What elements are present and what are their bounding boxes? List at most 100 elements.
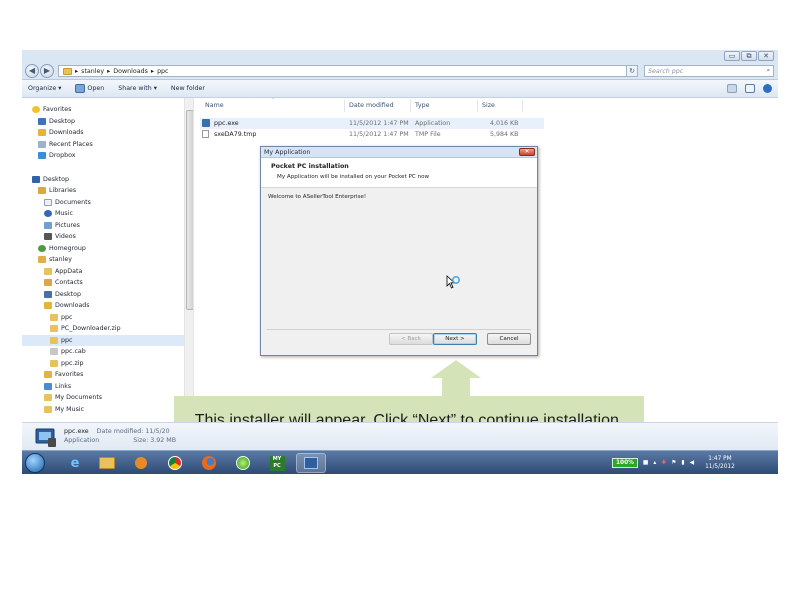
nav-my-documents[interactable]: My Documents <box>44 392 102 403</box>
search-input[interactable]: Search ppc ⌕ <box>644 65 774 77</box>
dialog-titlebar: My Application ✕ <box>261 147 537 158</box>
forward-arrow-icon[interactable]: ▶ <box>40 64 54 78</box>
show-hidden-icons-icon[interactable]: ▴ <box>653 460 656 466</box>
nav-label: Favorites <box>43 106 72 113</box>
taskbar-ie-button[interactable]: e <box>60 453 90 473</box>
back-arrow-icon[interactable]: ◀ <box>25 64 39 78</box>
nav-documents[interactable]: Documents <box>44 197 91 208</box>
nav-desktop[interactable]: Desktop <box>38 116 75 127</box>
volume-icon[interactable]: ◀ <box>690 460 694 466</box>
taskbar-explorer-button[interactable] <box>92 453 122 473</box>
taskbar-green-app-button[interactable] <box>228 453 258 473</box>
details-pane: ppc.exe Date modified: 11/5/20 Applicati… <box>22 422 778 450</box>
recent-places-icon <box>38 141 46 148</box>
column-divider[interactable] <box>344 100 345 112</box>
column-header-size[interactable]: Size <box>482 102 495 109</box>
downloads-icon <box>44 302 52 309</box>
taskbar-firefox-button[interactable] <box>194 453 224 473</box>
dialog-subheading: My Application will be installed on your… <box>277 174 430 180</box>
close-window-button[interactable]: ✕ <box>758 51 774 61</box>
column-header-date[interactable]: Date modified <box>349 102 394 109</box>
minimize-button[interactable]: ▭ <box>724 51 740 61</box>
nav-desktop-user[interactable]: Desktop <box>44 289 81 300</box>
details-date: Date modified: 11/5/20 <box>96 428 170 435</box>
column-divider[interactable] <box>410 100 411 112</box>
next-button[interactable]: Next > <box>433 333 477 345</box>
action-center-icon[interactable]: ⚑ <box>671 460 676 466</box>
nav-pc-downloader-zip[interactable]: PC_Downloader.zip <box>50 323 121 334</box>
nav-label: Links <box>55 383 72 390</box>
refresh-icon[interactable]: ↻ <box>626 65 638 77</box>
breadcrumb-ppc[interactable]: ppc <box>157 68 168 75</box>
nav-scrollbar-thumb[interactable] <box>186 110 193 310</box>
mypc-icon: MY PC <box>269 455 285 471</box>
nav-homegroup[interactable]: Homegroup <box>38 243 86 254</box>
tray-app-icon[interactable]: ■ <box>643 460 648 466</box>
column-header-name[interactable]: Name <box>205 102 224 109</box>
nav-my-music[interactable]: My Music <box>44 404 84 415</box>
nav-desktop-root[interactable]: Desktop <box>32 174 69 185</box>
start-button[interactable] <box>25 453 45 473</box>
view-options-icon[interactable] <box>727 84 737 93</box>
maximize-button[interactable]: ⧉ <box>741 51 757 61</box>
breadcrumb-stanley[interactable]: stanley <box>81 68 104 75</box>
nav-ppc-folder[interactable]: ppc <box>50 312 72 323</box>
organize-button[interactable]: Organize ▾ <box>28 85 61 92</box>
taskbar-installer-button[interactable] <box>296 453 326 473</box>
search-placeholder: Search ppc <box>648 67 684 75</box>
file-icon <box>202 130 209 138</box>
nav-links[interactable]: Links <box>44 381 71 392</box>
nav-ppc-zip[interactable]: ppc.zip <box>50 358 84 369</box>
share-with-button[interactable]: Share with ▾ <box>118 85 157 92</box>
battery-indicator[interactable]: 100% <box>612 458 638 468</box>
nav-favorites[interactable]: Favorites <box>32 104 71 115</box>
tray-icon[interactable]: ✚ <box>661 460 666 466</box>
open-button[interactable]: Open <box>75 84 104 93</box>
dialog-body-text: Welcome to ASellerTool Enterprise! <box>268 194 367 200</box>
nav-stanley[interactable]: stanley <box>38 254 72 265</box>
nav-label: Desktop <box>55 291 81 298</box>
nav-label: Contacts <box>55 279 83 286</box>
column-divider[interactable] <box>477 100 478 112</box>
column-header-type[interactable]: Type <box>415 102 429 109</box>
nav-label: ppc <box>61 314 73 321</box>
nav-contacts[interactable]: Contacts <box>44 277 83 288</box>
file-date: 11/5/2012 1:47 PM <box>349 120 409 127</box>
clock-date: 11/5/2012 <box>705 464 735 470</box>
nav-ppc-selected[interactable]: ppc <box>22 335 184 346</box>
nav-dropbox[interactable]: Dropbox <box>38 150 76 161</box>
taskbar-media-player-button[interactable] <box>126 453 156 473</box>
taskbar-chrome-button[interactable] <box>160 453 190 473</box>
clock[interactable]: 1:47 PM 11/5/2012 <box>705 455 735 471</box>
nav-pictures[interactable]: Pictures <box>44 220 80 231</box>
table-row[interactable]: ppc.exe 11/5/2012 1:47 PM Application 4,… <box>200 118 544 129</box>
nav-label: Music <box>55 210 73 217</box>
nav-favorites-user[interactable]: Favorites <box>44 369 83 380</box>
dialog-close-button[interactable]: ✕ <box>519 148 535 156</box>
nav-videos[interactable]: Videos <box>44 231 76 242</box>
nav-label: Videos <box>55 233 76 240</box>
nav-downloads-user[interactable]: Downloads <box>44 300 90 311</box>
nav-music[interactable]: Music <box>44 208 73 219</box>
preview-pane-icon[interactable] <box>745 84 755 93</box>
taskbar-mypc-button[interactable]: MY PC <box>262 453 292 473</box>
table-row[interactable]: sxeDA79.tmp 11/5/2012 1:47 PM TMP File 5… <box>200 129 544 140</box>
nav-ppc-cab[interactable]: ppc.cab <box>50 346 86 357</box>
help-icon[interactable] <box>763 84 772 93</box>
breadcrumb[interactable]: ▸ stanley ▸ Downloads ▸ ppc <box>58 65 634 77</box>
nav-label: Downloads <box>55 302 90 309</box>
nav-label: Favorites <box>55 371 84 378</box>
links-icon <box>44 383 52 390</box>
folder-icon <box>50 337 58 344</box>
nav-appdata[interactable]: AppData <box>44 266 82 277</box>
nav-downloads[interactable]: Downloads <box>38 127 84 138</box>
network-icon[interactable]: ▮ <box>681 460 684 466</box>
nav-libraries[interactable]: Libraries <box>38 185 76 196</box>
nav-recent-places[interactable]: Recent Places <box>38 139 93 150</box>
back-button[interactable]: < Back <box>389 333 433 345</box>
dialog-title: My Application <box>264 149 311 156</box>
breadcrumb-downloads[interactable]: Downloads <box>113 68 148 75</box>
new-folder-button[interactable]: New folder <box>171 85 205 92</box>
column-divider[interactable] <box>522 100 523 112</box>
cancel-button[interactable]: Cancel <box>487 333 531 345</box>
